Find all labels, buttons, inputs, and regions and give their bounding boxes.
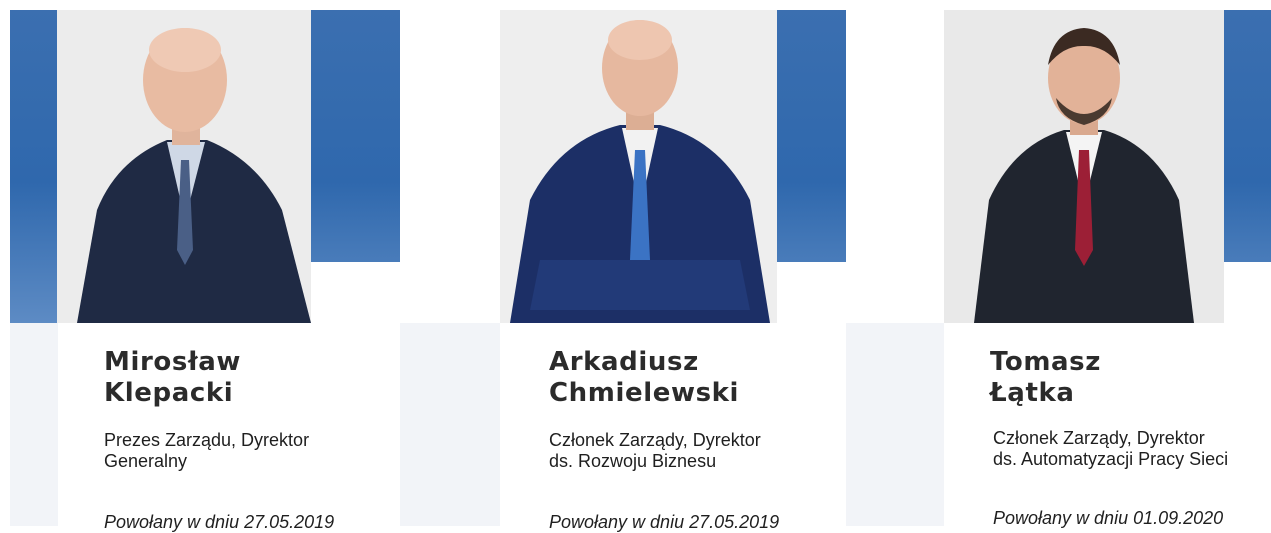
member-first-name: Tomasz: [990, 347, 1101, 377]
member-role-line-1: Prezes Zarządu, Dyrektor: [104, 430, 310, 450]
background-panel: [400, 323, 500, 526]
decorative-block: [311, 262, 400, 323]
member-name: Mirosław Klepacki: [104, 347, 241, 409]
board-member-card: Arkadiusz Chmielewski Członek Zarządy, D…: [500, 323, 846, 532]
member-last-name: Chmielewski: [549, 378, 740, 408]
member-name: Tomasz Łątka: [990, 347, 1101, 409]
member-name: Arkadiusz Chmielewski: [549, 347, 739, 409]
appointment-date: Powołany w dniu 27.05.2019: [104, 512, 335, 532]
member-last-name: Łątka: [990, 378, 1075, 408]
member-role-line-1: Członek Zarządy, Dyrektor: [993, 428, 1205, 448]
background-panel: [10, 323, 58, 526]
appointment-date: Powołany w dniu 27.05.2019: [549, 512, 780, 532]
background-panel: [846, 323, 944, 526]
board-member-card: Mirosław Klepacki Prezes Zarządu, Dyrekt…: [58, 323, 400, 532]
board-member-card: Tomasz Łątka Członek Zarządy, Dyrektor d…: [944, 323, 1271, 528]
member-role: Prezes Zarządu, Dyrektor Generalny: [104, 430, 309, 472]
member-role: Członek Zarządy, Dyrektor ds. Automatyza…: [993, 428, 1228, 470]
portrait-photo: [944, 10, 1224, 323]
member-last-name: Klepacki: [104, 378, 234, 408]
member-role-line-2: ds. Automatyzacji Pracy Sieci: [993, 449, 1229, 469]
member-first-name: Mirosław: [104, 347, 241, 377]
decorative-block: [1224, 262, 1271, 323]
decorative-block: [777, 262, 846, 323]
portrait-photo-2: [500, 10, 777, 323]
member-role: Członek Zarządy, Dyrektor ds. Rozwoju Bi…: [549, 430, 761, 472]
portrait-photo-3: [944, 10, 1224, 323]
member-role-line-1: Członek Zarządy, Dyrektor: [549, 430, 761, 450]
portrait-photo-1: [57, 10, 311, 323]
member-role-line-2: ds. Rozwoju Biznesu: [549, 451, 717, 471]
member-role-line-2: Generalny: [104, 451, 188, 471]
portrait-photo: [500, 10, 777, 323]
member-first-name: Arkadiusz: [549, 347, 699, 377]
portrait-photo: [57, 10, 311, 323]
